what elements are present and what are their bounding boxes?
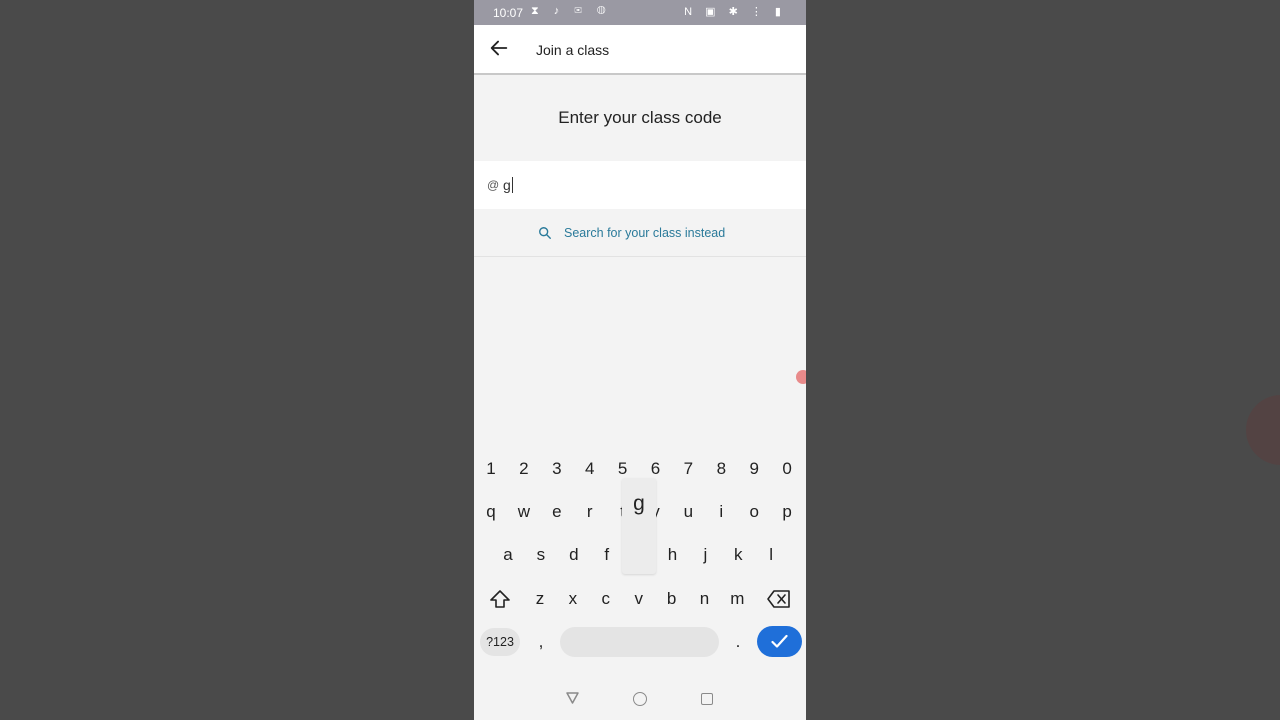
status-time: 10:07 [493,6,524,20]
key-9[interactable]: 9 [739,459,769,479]
key-m[interactable]: m [722,589,752,609]
key-k[interactable]: k [723,545,753,565]
key-r[interactable]: r [575,502,605,522]
check-icon [771,634,788,648]
space-key[interactable] [560,627,719,657]
nav-recents-icon[interactable] [701,693,713,705]
nav-back-icon[interactable] [566,692,579,704]
at-prefix: @ [487,178,500,192]
period-key[interactable]: . [723,632,753,652]
search-class-link[interactable]: Search for your class instead [474,210,806,257]
key-6[interactable]: 6 [641,459,671,479]
app-bar: Join a class [474,25,806,75]
class-code-value: g [503,177,511,193]
key-8[interactable]: 8 [706,459,736,479]
key-q[interactable]: q [476,502,506,522]
done-key[interactable] [757,626,802,657]
phone-screen: 10:07 ⧗ ♪ ✉ ◍ N ▣ ✱ ⋮ ▮ Join a class Ent… [474,0,806,720]
system-icons: N ▣ ✱ ⋮ ▮ [684,6,786,18]
key-s[interactable]: s [526,545,556,565]
key-popup-letter: g [633,492,645,515]
key-j[interactable]: j [690,545,720,565]
key-i[interactable]: i [706,502,736,522]
key-1[interactable]: 1 [476,459,506,479]
key-3[interactable]: 3 [542,459,572,479]
key-d[interactable]: d [559,545,589,565]
key-z[interactable]: z [525,589,555,609]
search-class-label: Search for your class instead [564,226,726,240]
key-h[interactable]: h [658,545,688,565]
backspace-icon[interactable] [767,590,791,608]
symbols-key[interactable]: ?123 [480,628,520,656]
key-u[interactable]: u [673,502,703,522]
status-bar: 10:07 ⧗ ♪ ✉ ◍ N ▣ ✱ ⋮ ▮ [474,0,806,25]
class-code-input[interactable]: @ g [474,161,806,209]
key-7[interactable]: 7 [673,459,703,479]
class-code-prompt: Enter your class code [558,108,722,127]
search-icon [539,227,551,239]
system-nav-bar [474,680,806,720]
text-caret [512,177,513,193]
nav-home-icon[interactable] [633,692,647,706]
back-arrow-icon[interactable] [488,37,510,59]
shift-icon[interactable] [489,589,511,609]
key-5[interactable]: 5 [608,459,638,479]
key-p[interactable]: p [772,502,802,522]
key-4[interactable]: 4 [575,459,605,479]
key-w[interactable]: w [509,502,539,522]
key-n[interactable]: n [690,589,720,609]
page-title: Join a class [536,42,610,58]
comma-key[interactable]: , [526,632,556,652]
key-0[interactable]: 0 [772,459,802,479]
key-x[interactable]: x [558,589,588,609]
key-popup: g [622,478,656,574]
background-blob [1246,395,1280,465]
notification-icons: ⧗ ♪ ✉ ◍ [531,5,612,17]
key-o[interactable]: o [739,502,769,522]
key-e[interactable]: e [542,502,572,522]
key-f[interactable]: f [592,545,622,565]
key-b[interactable]: b [657,589,687,609]
touch-indicator [796,370,806,384]
key-a[interactable]: a [493,545,523,565]
key-l[interactable]: l [756,545,786,565]
key-v[interactable]: v [624,589,654,609]
key-2[interactable]: 2 [509,459,539,479]
key-c[interactable]: c [591,589,621,609]
